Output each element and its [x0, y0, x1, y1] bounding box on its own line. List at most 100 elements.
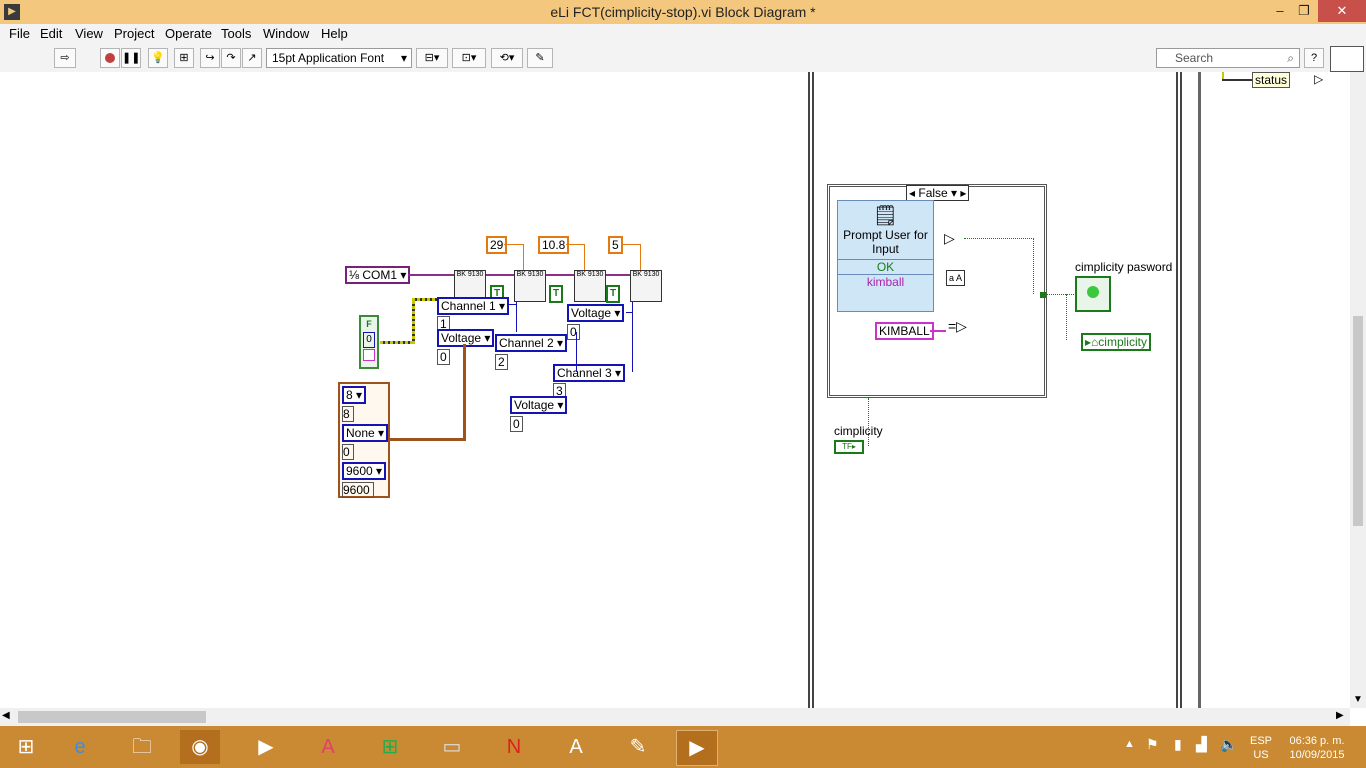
- netflix-icon[interactable]: N: [494, 730, 534, 764]
- not-function-icon[interactable]: ▷: [944, 230, 955, 247]
- channel-enum-1[interactable]: Channel 1 ▾: [437, 297, 510, 315]
- horizontal-scroll-thumb[interactable]: [18, 711, 206, 723]
- parity-enum[interactable]: None ▾: [342, 424, 389, 442]
- toolbar: ⇨ ❚❚ 💡 ⊞ ↪ ↷ ↗ 15pt Application Font ▾ ⊟▾…: [0, 44, 1366, 73]
- step-into-icon[interactable]: ↪: [200, 48, 220, 68]
- subvi-label: BK 9130: [576, 271, 604, 278]
- menu-project[interactable]: Project: [114, 26, 154, 41]
- run-arrow-icon[interactable]: ⇨: [54, 48, 76, 68]
- step-over-icon[interactable]: ↷: [221, 48, 241, 68]
- mode-enum-2[interactable]: Voltage ▾: [567, 304, 625, 322]
- network-icon[interactable]: ▟: [1196, 736, 1207, 753]
- visa-resource-constant[interactable]: ⅛ COM1 ▾: [345, 266, 411, 284]
- taskbar: ⊞ e 🗀 ◉ ▶ A ⊞ ▭ N A ✎ ▶ ▲ ⚑ ▮ ▟ 🔈 ESP US …: [0, 726, 1366, 768]
- mode-2-value: 0: [567, 324, 580, 340]
- search-input[interactable]: Search ⌕: [1156, 48, 1300, 68]
- labview-14-icon[interactable]: ▶: [246, 730, 286, 764]
- baud-enum-value: 9600: [346, 464, 373, 478]
- menu-operate[interactable]: Operate: [165, 26, 212, 41]
- internet-explorer-icon[interactable]: e: [60, 730, 100, 764]
- retain-wire-values-icon[interactable]: ⊞: [174, 48, 194, 68]
- pause-icon[interactable]: ❚❚: [121, 48, 141, 68]
- chrome-icon[interactable]: ◉: [180, 730, 220, 764]
- font-select[interactable]: 15pt Application Font ▾: [266, 48, 412, 68]
- channel-enum-2[interactable]: Channel 2 ▾: [495, 334, 568, 352]
- setpoint-constant-2[interactable]: 10.8: [538, 236, 570, 254]
- scroll-left-icon[interactable]: ◀: [2, 710, 10, 721]
- kimball-string-constant[interactable]: KIMBALL: [875, 322, 934, 340]
- clean-up-diagram-icon[interactable]: ✎: [527, 48, 553, 68]
- maximize-button[interactable]: ❐: [1290, 0, 1318, 22]
- equal-function-icon[interactable]: =▷: [948, 318, 967, 335]
- indicator-label: cimplicity pasword: [1075, 260, 1173, 274]
- to-upper-case-icon[interactable]: a A: [946, 270, 966, 286]
- menu-window[interactable]: Window: [263, 26, 309, 41]
- bk9130-config-subvi-1[interactable]: BK 9130: [514, 270, 546, 302]
- show-hidden-icons[interactable]: ▲: [1124, 738, 1135, 750]
- prompt-user-express-vi[interactable]: 🗒 Prompt User for Input OK kimball: [837, 200, 934, 312]
- error-cluster-constant[interactable]: F 0: [359, 315, 379, 369]
- command-prompt-icon[interactable]: ▭: [432, 730, 472, 764]
- data-bits-enum[interactable]: 8 ▾: [342, 386, 367, 404]
- windows-start-icon[interactable]: ⊞: [6, 730, 46, 764]
- mode-3-label: Voltage: [514, 398, 555, 412]
- horizontal-scrollbar[interactable]: ◀ ▶: [0, 708, 1350, 726]
- setpoint-constant-1[interactable]: 29: [486, 236, 508, 254]
- wire: [622, 244, 640, 245]
- arduino-icon[interactable]: A: [556, 730, 596, 764]
- block-diagram-canvas[interactable]: status ▷ ⅛ COM1 ▾ 29 10.8 5 BK 9130 BK 9…: [0, 72, 1350, 708]
- volume-icon[interactable]: 🔈: [1220, 736, 1237, 753]
- language-indicator[interactable]: ESP US: [1250, 734, 1272, 762]
- kimball-value: KIMBALL: [879, 324, 930, 338]
- menu-bar: File Edit View Project Operate Tools Win…: [0, 24, 1366, 44]
- highlight-execution-icon[interactable]: 💡: [148, 48, 168, 68]
- wire: [606, 274, 630, 276]
- case-selector[interactable]: ◂ False ▾ ▸: [906, 185, 970, 201]
- menu-tools[interactable]: Tools: [221, 26, 251, 41]
- abort-icon[interactable]: [100, 48, 120, 68]
- channel-3-label: Channel 3: [557, 366, 612, 380]
- status-unbundle[interactable]: status: [1252, 72, 1291, 88]
- store-icon[interactable]: ⊞: [370, 730, 410, 764]
- serial-config-cluster[interactable]: 8 ▾ 8 None ▾ 0 9600 ▾ 9600: [338, 382, 390, 498]
- reorder-icon[interactable]: ⟲▾: [491, 48, 523, 68]
- cimplicity-property-node[interactable]: ▸⌂cimplicity: [1081, 333, 1151, 351]
- clock[interactable]: 06:36 p. m. 10/09/2015: [1284, 734, 1350, 762]
- vi-icon[interactable]: [1330, 46, 1364, 72]
- true-constant[interactable]: T: [549, 285, 564, 303]
- setpoint-constant-3[interactable]: 5: [608, 236, 623, 254]
- menu-view[interactable]: View: [75, 26, 103, 41]
- scroll-right-icon[interactable]: ▶: [1336, 710, 1344, 721]
- help-icon[interactable]: ?: [1304, 48, 1324, 68]
- error-source-string: [363, 349, 375, 361]
- bk9130-config-subvi-2[interactable]: BK 9130: [574, 270, 606, 302]
- channel-enum-3[interactable]: Channel 3 ▾: [553, 364, 626, 382]
- pen-tool-icon[interactable]: ✎: [618, 730, 658, 764]
- channel-1-label: Channel 1: [441, 299, 496, 313]
- baud-enum[interactable]: 9600 ▾: [342, 462, 387, 480]
- labview-15-icon[interactable]: ▶: [676, 730, 718, 766]
- action-center-flag-icon[interactable]: ⚑: [1146, 736, 1159, 753]
- vertical-scrollbar[interactable]: ▼: [1350, 72, 1366, 708]
- true-constant[interactable]: T: [606, 285, 621, 303]
- file-explorer-icon[interactable]: 🗀: [122, 730, 162, 764]
- vertical-scroll-thumb[interactable]: [1353, 316, 1363, 526]
- battery-icon[interactable]: ▮: [1174, 736, 1182, 753]
- cimplicity-local-variable[interactable]: TF▸: [834, 440, 864, 454]
- distribute-objects-icon[interactable]: ⊡▾: [452, 48, 486, 68]
- mode-enum-3[interactable]: Voltage ▾: [510, 396, 568, 414]
- led-indicator-terminal[interactable]: [1075, 276, 1111, 312]
- align-objects-icon[interactable]: ⊟▾: [416, 48, 448, 68]
- bk9130-config-subvi-3[interactable]: BK 9130: [630, 270, 662, 302]
- menu-file[interactable]: File: [9, 26, 30, 41]
- close-button[interactable]: ✕: [1318, 0, 1366, 22]
- step-out-icon[interactable]: ↗: [242, 48, 262, 68]
- prompt-user-icon: 🗒: [872, 205, 899, 227]
- not-function-icon[interactable]: ▷: [1314, 72, 1323, 86]
- access-icon[interactable]: A: [308, 730, 348, 764]
- wire: [1066, 294, 1068, 340]
- menu-edit[interactable]: Edit: [40, 26, 62, 41]
- prompt-ok-output: OK: [838, 259, 933, 274]
- scroll-down-icon[interactable]: ▼: [1353, 694, 1363, 705]
- menu-help[interactable]: Help: [321, 26, 348, 41]
